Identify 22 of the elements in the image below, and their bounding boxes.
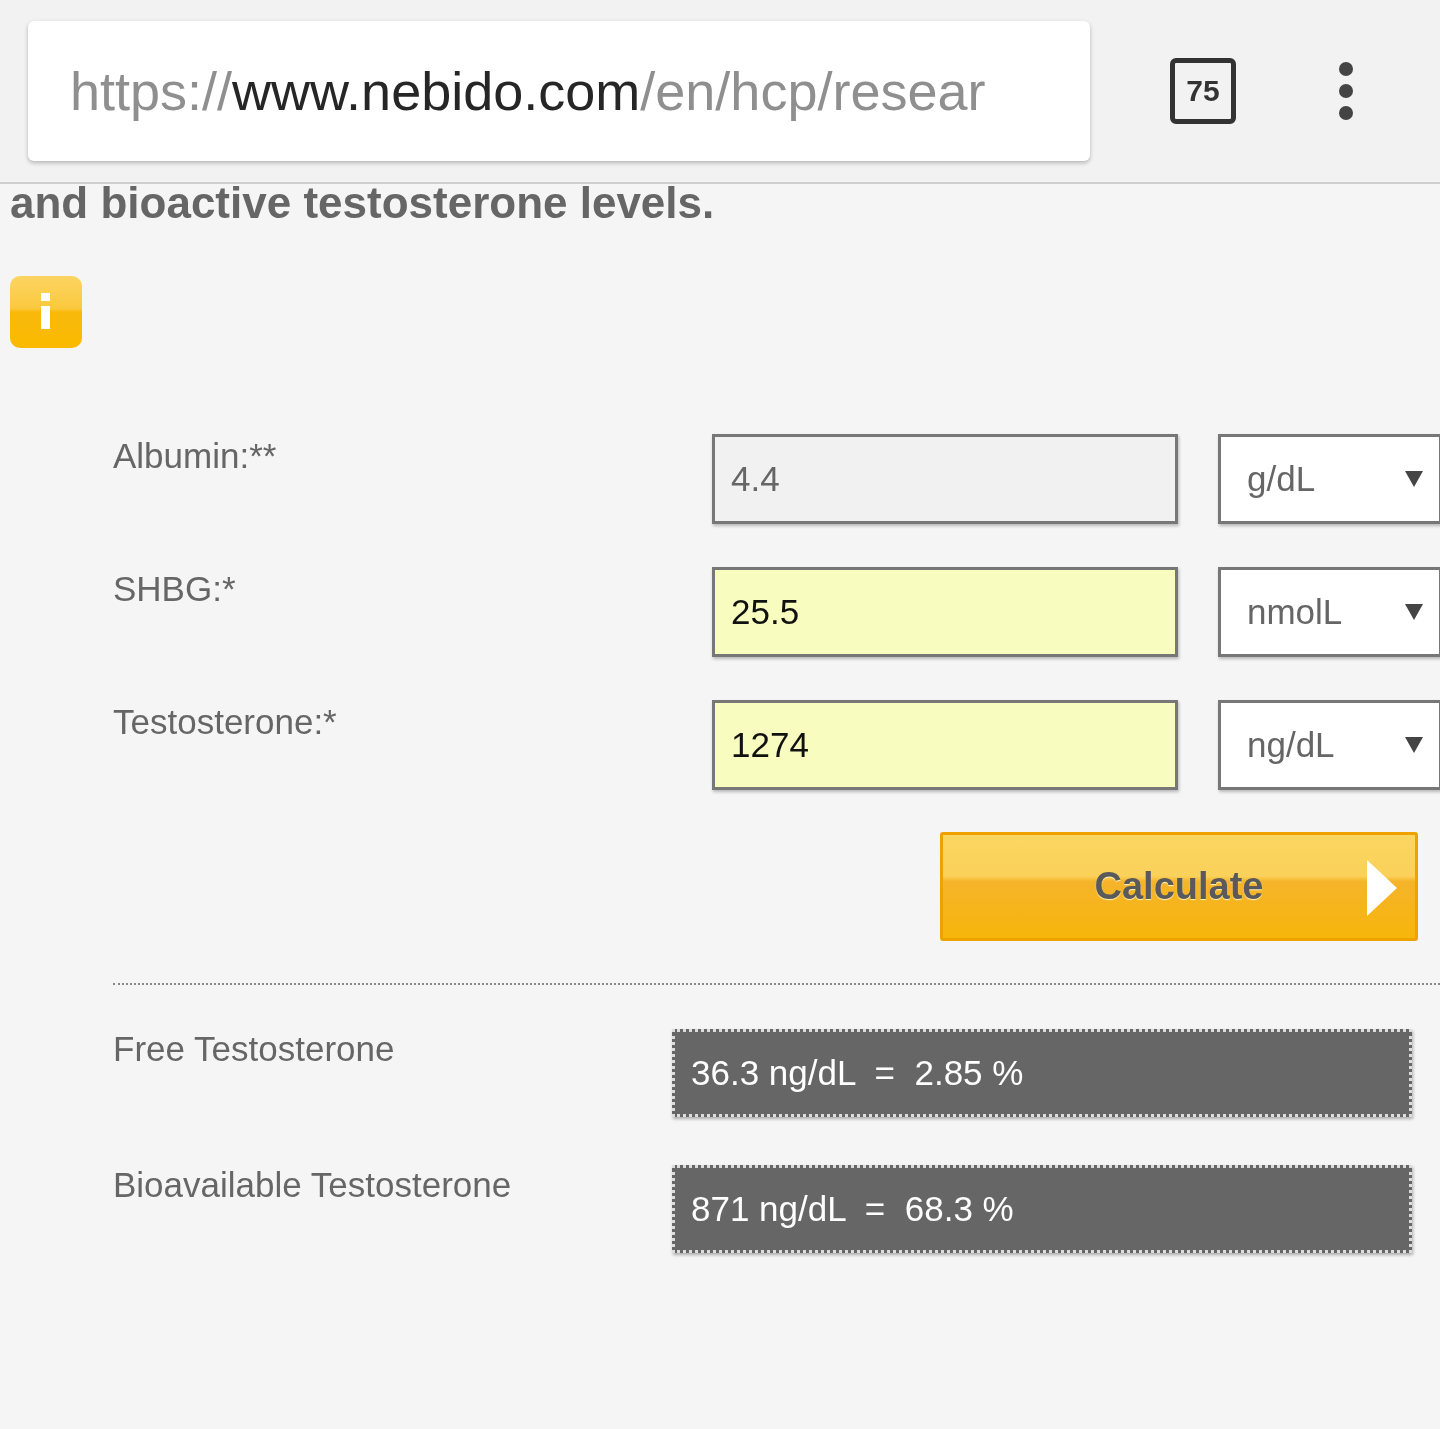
field-label: Testosterone:* (113, 701, 338, 743)
menu-icon[interactable] (1336, 61, 1356, 121)
field-label: Albumin:** (113, 435, 278, 477)
result-label: Free Testosterone (113, 1029, 396, 1070)
result-field: 36.3 ng/dL = 2.85 % (672, 1029, 1412, 1117)
result-label: Bioavailable Testosterone (113, 1165, 513, 1206)
caret-icon (1405, 471, 1423, 487)
caret-icon (1405, 737, 1423, 753)
tab-count-button[interactable]: 75 (1170, 58, 1236, 124)
unit-dropdown[interactable]: ng/dL (1218, 700, 1440, 790)
unit-dropdown[interactable]: nmolL (1218, 567, 1440, 657)
unit-dropdown[interactable]: g/dL (1218, 434, 1440, 524)
input-field[interactable]: 4.4 (712, 434, 1178, 524)
caret-icon (1405, 604, 1423, 620)
input-field[interactable]: 25.5 (712, 567, 1178, 657)
field-label: SHBG:* (113, 568, 237, 610)
result-field: 871 ng/dL = 68.3 % (672, 1165, 1412, 1253)
input-field[interactable]: 1274 (712, 700, 1178, 790)
heading: and bioactive testosterone levels. (9, 178, 716, 228)
address-bar[interactable]: https://www.nebido.com/en/hcp/resear (28, 21, 1090, 161)
calculate-button[interactable]: Calculate (940, 832, 1418, 941)
arrow-icon (1367, 860, 1397, 916)
